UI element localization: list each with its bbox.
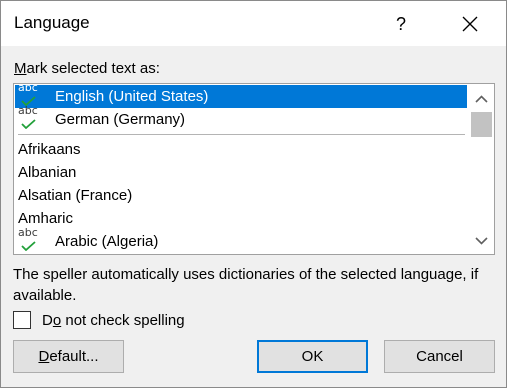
scroll-down-button[interactable]	[469, 231, 494, 251]
list-item-label: Albanian	[18, 164, 77, 181]
speller-info-text: The speller automatically uses dictionar…	[13, 266, 479, 304]
mark-selected-label: Mark selected text as:	[14, 60, 160, 77]
list-item-amharic[interactable]: Amharic	[15, 207, 467, 230]
list-item-label: Arabic (Algeria)	[55, 233, 159, 250]
list-item-albanian[interactable]: Albanian	[15, 161, 467, 184]
scroll-thumb[interactable]	[471, 112, 492, 137]
list-item-label: Afrikaans	[18, 141, 81, 158]
list-item-alsatian[interactable]: Alsatian (France)	[15, 184, 467, 207]
chevron-down-icon	[475, 237, 488, 245]
close-icon	[462, 16, 478, 32]
dialog-title: Language	[14, 13, 90, 32]
language-dialog: Language ? Mark selected text as: abc En…	[0, 0, 507, 388]
list-item-english-us[interactable]: abc English (United States)	[15, 84, 467, 108]
language-listbox[interactable]: abc English (United States) abc German (…	[13, 83, 495, 255]
spellcheck-icon: abc	[18, 104, 40, 131]
list-item-german[interactable]: abc German (Germany)	[15, 104, 467, 131]
ok-button[interactable]: OK	[257, 340, 368, 373]
title-bar: Language ?	[1, 1, 506, 46]
do-not-check-spelling-checkbox[interactable]	[13, 311, 31, 329]
scroll-up-button[interactable]	[469, 89, 494, 109]
list-item-label: English (United States)	[55, 88, 209, 105]
mnemonic-m: M	[14, 60, 27, 77]
spellcheck-icon: abc	[18, 226, 40, 253]
list-item-label: German (Germany)	[55, 111, 186, 128]
language-items: abc English (United States) abc German (…	[15, 84, 467, 253]
cancel-button[interactable]: Cancel	[384, 340, 495, 373]
vertical-scrollbar[interactable]	[469, 85, 494, 253]
prompt-text: ark selected text as:	[26, 60, 160, 77]
list-separator	[15, 131, 467, 138]
close-button[interactable]	[453, 7, 487, 41]
list-item-arabic-algeria[interactable]: abc Arabic (Algeria)	[15, 226, 467, 253]
help-button[interactable]: ?	[384, 7, 418, 41]
list-item-label: Alsatian (France)	[18, 187, 133, 204]
list-item-afrikaans[interactable]: Afrikaans	[15, 138, 467, 161]
chevron-up-icon	[475, 95, 488, 103]
do-not-check-spelling-label[interactable]: Do not check spelling	[42, 312, 185, 329]
default-button[interactable]: Default...	[13, 340, 124, 373]
